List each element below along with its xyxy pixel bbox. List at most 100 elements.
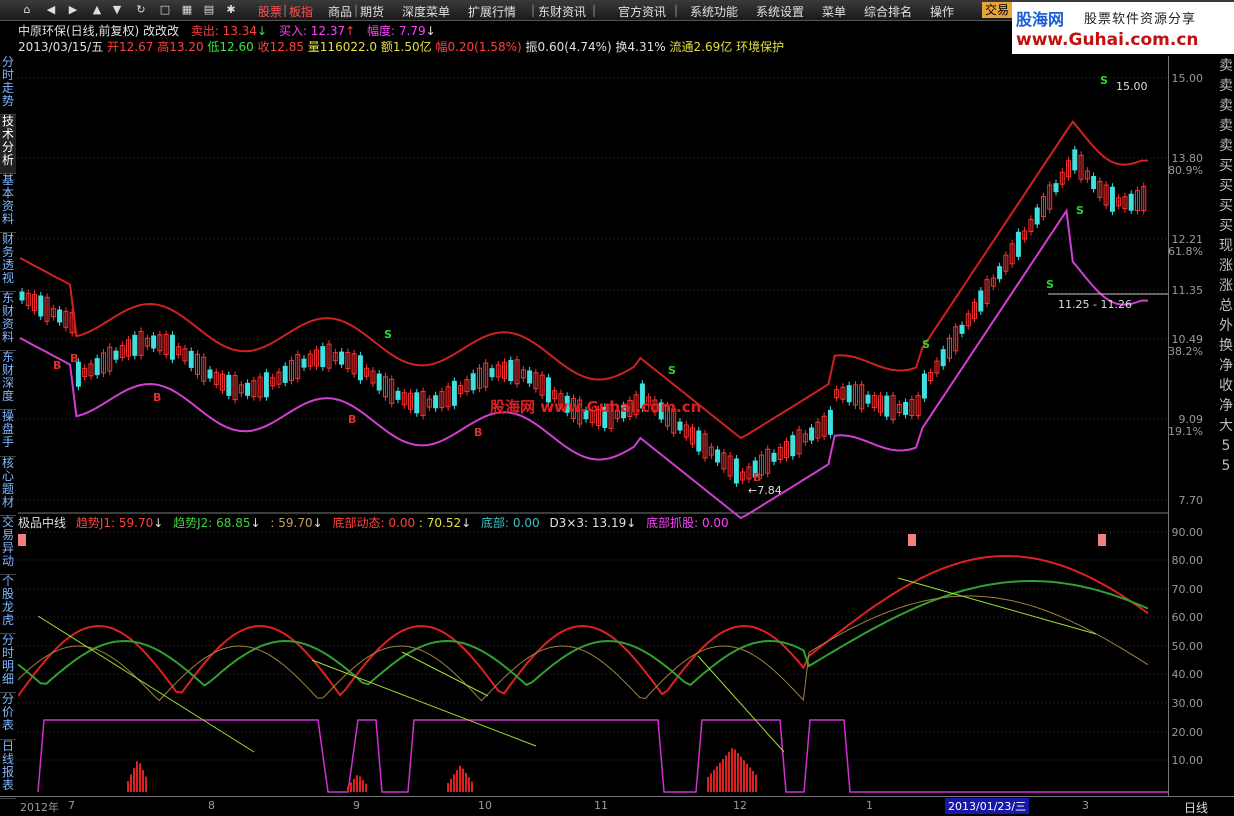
- ohlc-date: 2013/03/15/五: [18, 40, 104, 54]
- quote-strip-label: 收: [1219, 378, 1233, 394]
- settings-icon[interactable]: ✱: [224, 3, 238, 17]
- ind-tick: 60.00: [1171, 611, 1204, 624]
- logo-tagline: 股票软件资源分享: [1084, 12, 1197, 27]
- sidebar-tab-core-themes[interactable]: 核心题材: [0, 457, 16, 516]
- sidebar-tab-fundamentals[interactable]: 基本资料: [0, 174, 16, 233]
- site-logo: 股海网 股票软件资源分享 www.Guhai.com.cn: [1012, 2, 1234, 54]
- trade-tab[interactable]: 交易: [982, 2, 1012, 18]
- menu-item-system-settings[interactable]: 系统设置: [756, 3, 804, 20]
- quote-strip-label: 5: [1221, 438, 1231, 454]
- x-tick: 11: [594, 799, 608, 812]
- quote-strip-label: 买: [1219, 198, 1233, 214]
- quote-strip-label: 买: [1219, 158, 1233, 174]
- sidebar-tab-em-data[interactable]: 东财资料: [0, 292, 16, 351]
- back-icon[interactable]: ◀: [44, 3, 58, 17]
- sell-signal: S: [384, 328, 392, 341]
- sidebar-tab-price-table[interactable]: 分价表: [0, 693, 16, 740]
- pct-tick: 19.1%: [1168, 425, 1203, 438]
- j1-line: [18, 554, 1149, 697]
- down-icon[interactable]: ▼: [110, 3, 124, 17]
- candle-body: [451, 380, 457, 406]
- sidebar-tab-tick-detail[interactable]: 分时明细: [0, 634, 16, 693]
- quote-strip-label: 卖: [1219, 138, 1233, 154]
- indicator-name: 极品中线: [18, 516, 67, 530]
- forward-icon[interactable]: ▶: [66, 3, 80, 17]
- candle-body: [132, 334, 138, 356]
- candle-body: [113, 350, 119, 360]
- menu-item-extended-quotes[interactable]: 扩展行情: [468, 3, 516, 20]
- up-icon[interactable]: ▲: [90, 3, 104, 17]
- menu-item-menu[interactable]: 菜单: [822, 3, 846, 20]
- trend-line: [697, 655, 785, 753]
- menu-item-operation[interactable]: 操作: [930, 3, 954, 20]
- quote-strip-label: 卖: [1219, 58, 1233, 74]
- candle-body: [884, 395, 890, 417]
- ind-tick: 90.00: [1171, 526, 1204, 539]
- sidebar-tab-trade-anomaly[interactable]: 交易异动: [0, 516, 16, 575]
- quote-strip-label: 买: [1219, 218, 1233, 234]
- sidebar-tab-dragon-tiger[interactable]: 个股龙虎: [0, 575, 16, 634]
- window-icon[interactable]: □: [158, 3, 172, 17]
- candle-body: [733, 458, 739, 484]
- sidebar-tab-intraday[interactable]: 分时走势: [0, 56, 16, 115]
- ind-tick: 20.00: [1171, 726, 1204, 739]
- refresh-icon[interactable]: ↻: [134, 3, 148, 17]
- alert-marker: [908, 534, 916, 546]
- menu-item-commodity[interactable]: 商品: [328, 3, 352, 20]
- indicator-j2: 趋势J2: 68.85: [173, 516, 251, 530]
- x-tick: 7: [68, 799, 75, 812]
- chart-icon[interactable]: ▤: [202, 3, 216, 17]
- x-tick: 3: [1082, 799, 1089, 812]
- candle-body: [245, 382, 251, 396]
- indicator-blank: : 59.70: [270, 516, 313, 530]
- quote-strip-label: 净: [1219, 358, 1233, 374]
- ohlc-open: 开12.67: [107, 40, 154, 54]
- candle-body: [997, 266, 1003, 280]
- period-label[interactable]: 日线: [1184, 799, 1208, 816]
- alert-marker: [1098, 534, 1106, 546]
- bottom-grab-line: [37, 719, 1168, 793]
- x-tick: 10: [478, 799, 492, 812]
- candle-body: [57, 309, 63, 323]
- pct-tick: 80.9%: [1168, 164, 1203, 177]
- candle-body: [376, 373, 382, 391]
- candle-body: [771, 452, 777, 462]
- menu-item-depth-menu[interactable]: 深度菜单: [402, 3, 450, 20]
- range-value: 幅度: 7.79: [367, 24, 426, 38]
- indicator-bottom: 底部: 0.00: [481, 516, 540, 530]
- candle-body: [959, 324, 965, 334]
- candle-body: [696, 430, 702, 452]
- candle-body: [715, 449, 721, 463]
- pct-tick: 38.2%: [1168, 345, 1203, 358]
- menu-item-official-news[interactable]: 官方资讯: [618, 3, 666, 20]
- home-icon[interactable]: ⌂: [20, 3, 34, 17]
- sidebar-tab-trader[interactable]: 操盘手: [0, 410, 16, 457]
- menu-item-ranking[interactable]: 综合排名: [864, 3, 912, 20]
- sidebar-tab-daily-report[interactable]: 日线报表: [0, 740, 16, 799]
- sidebar-tab-technical[interactable]: 技术分析: [0, 115, 16, 174]
- indicator-value2: : 70.52: [418, 516, 462, 530]
- buy-signal: B: [474, 426, 482, 439]
- ind-tick: 80.00: [1171, 554, 1204, 567]
- buy-signal: B: [70, 352, 78, 365]
- quote-strip-label: 现: [1219, 238, 1233, 254]
- quote-strip-label: 换: [1219, 338, 1233, 354]
- menu-item-system-functions[interactable]: 系统功能: [690, 3, 738, 20]
- main-chart[interactable]: BBBBBBSSSSSS 15.00←7.8411.25 - 11.26股海网 w…: [18, 56, 1168, 796]
- candle-body: [94, 358, 100, 376]
- price-tick: 7.70: [1178, 494, 1204, 507]
- candle-body: [1034, 207, 1040, 225]
- candle-body: [1128, 193, 1134, 211]
- menu-item-stocks[interactable]: 股票: [258, 3, 282, 20]
- ohlc-change: 幅0.20(1.58%): [435, 40, 522, 54]
- grid-icon[interactable]: ▦: [180, 3, 194, 17]
- quote-strip-label: 卖: [1219, 118, 1233, 134]
- candle-body: [865, 394, 871, 404]
- candle-body: [1053, 183, 1059, 193]
- menu-item-index[interactable]: 板指: [289, 3, 313, 20]
- candle-body: [357, 355, 363, 381]
- sidebar-tab-financials[interactable]: 财务透视: [0, 233, 16, 292]
- menu-item-futures[interactable]: 期货: [360, 3, 384, 20]
- menu-item-eastmoney-news[interactable]: 东财资讯: [538, 3, 586, 20]
- sidebar-tab-em-depth[interactable]: 东财深度: [0, 351, 16, 410]
